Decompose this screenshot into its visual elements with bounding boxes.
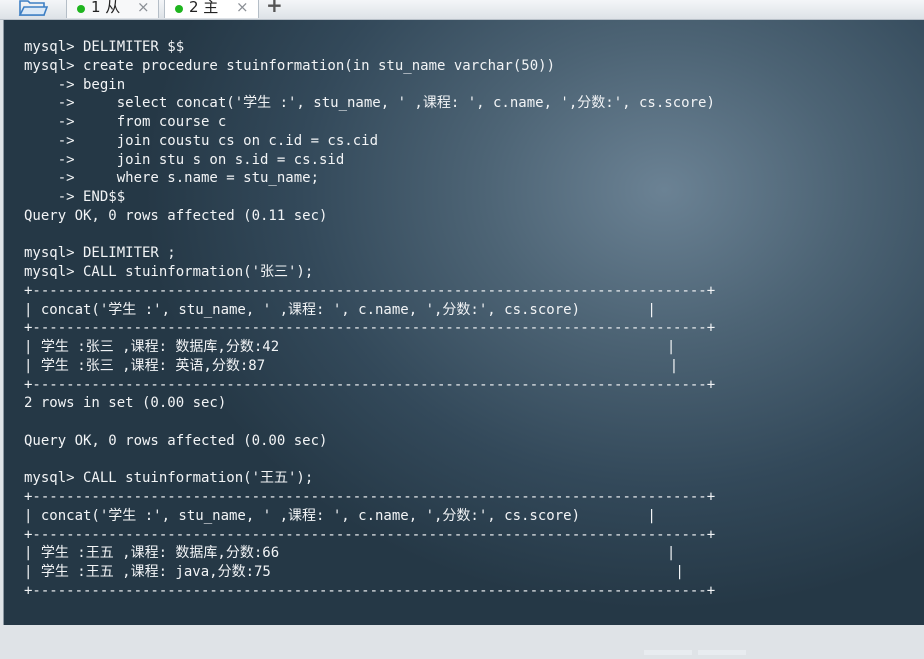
session-tab-bar: 1 从 × 2 主 × +: [0, 0, 924, 20]
terminal-line: mysql> DELIMITER ;: [24, 245, 176, 262]
terminal-line: | 学生 :张三 ,课程: 英语,分数:87 |: [24, 357, 679, 374]
terminal-line: Query OK, 0 rows affected (0.00 sec): [24, 432, 328, 449]
terminal-line: +---------------------------------------…: [24, 282, 716, 299]
terminal-line: | 学生 :王五 ,课程: java,分数:75 |: [24, 564, 684, 580]
terminal-line: +---------------------------------------…: [24, 582, 716, 599]
terminal-line: | 学生 :王五 ,课程: 数据库,分数:66 |: [24, 545, 676, 562]
connected-status-icon: [77, 5, 85, 13]
terminal-output: mysql> DELIMITER $$ mysql> create procedu…: [24, 38, 715, 601]
new-tab-icon[interactable]: +: [266, 0, 283, 15]
terminal-line: | concat('学生 :', stu_name, ' ,课程: ', c.n…: [24, 301, 656, 318]
close-icon[interactable]: ×: [236, 0, 249, 17]
close-icon[interactable]: ×: [137, 0, 150, 17]
open-folder-icon[interactable]: [18, 0, 48, 17]
status-segments: [644, 640, 754, 655]
terminal-line: mysql> create procedure stuinformation(i…: [24, 57, 556, 74]
terminal-line: -> where s.name = stu_name;: [24, 170, 320, 187]
terminal-line: | concat('学生 :', stu_name, ' ,课程: ', c.n…: [24, 507, 656, 524]
terminal-line: -> from course c: [24, 114, 227, 130]
terminal-line: -> join coustu cs on c.id = cs.cid: [24, 132, 379, 149]
terminal-pane[interactable]: mysql> DELIMITER $$ mysql> create procedu…: [3, 20, 924, 655]
tab-session-1[interactable]: 1 从 ×: [66, 0, 159, 18]
connected-status-icon: [175, 5, 183, 13]
tab-label: 1 从: [91, 0, 121, 16]
terminal-line: -> join stu s on s.id = cs.sid: [24, 151, 345, 168]
terminal-line: mysql> CALL stuinformation('王五');: [24, 470, 314, 487]
terminal-line: | 学生 :张三 ,课程: 数据库,分数:42 |: [24, 339, 676, 355]
terminal-line: -> END$$: [24, 189, 126, 205]
terminal-line: 2 rows in set (0.00 sec): [24, 395, 227, 412]
terminal-line: +---------------------------------------…: [24, 320, 716, 337]
terminal-line: +---------------------------------------…: [24, 489, 716, 505]
terminal-line: mysql> CALL stuinformation('张三');: [24, 264, 314, 280]
terminal-line: +---------------------------------------…: [24, 526, 716, 543]
terminal-line: mysql> DELIMITER $$: [24, 39, 185, 55]
terminal-line: Query OK, 0 rows affected (0.11 sec): [24, 207, 328, 224]
terminal-line: -> select concat('学生 :', stu_name, ' ,课程…: [24, 95, 715, 112]
terminal-line: -> begin: [24, 76, 126, 93]
tab-label: 2 主: [189, 0, 219, 16]
tab-session-2[interactable]: 2 主 ×: [164, 0, 259, 18]
terminal-line: +---------------------------------------…: [24, 376, 716, 393]
